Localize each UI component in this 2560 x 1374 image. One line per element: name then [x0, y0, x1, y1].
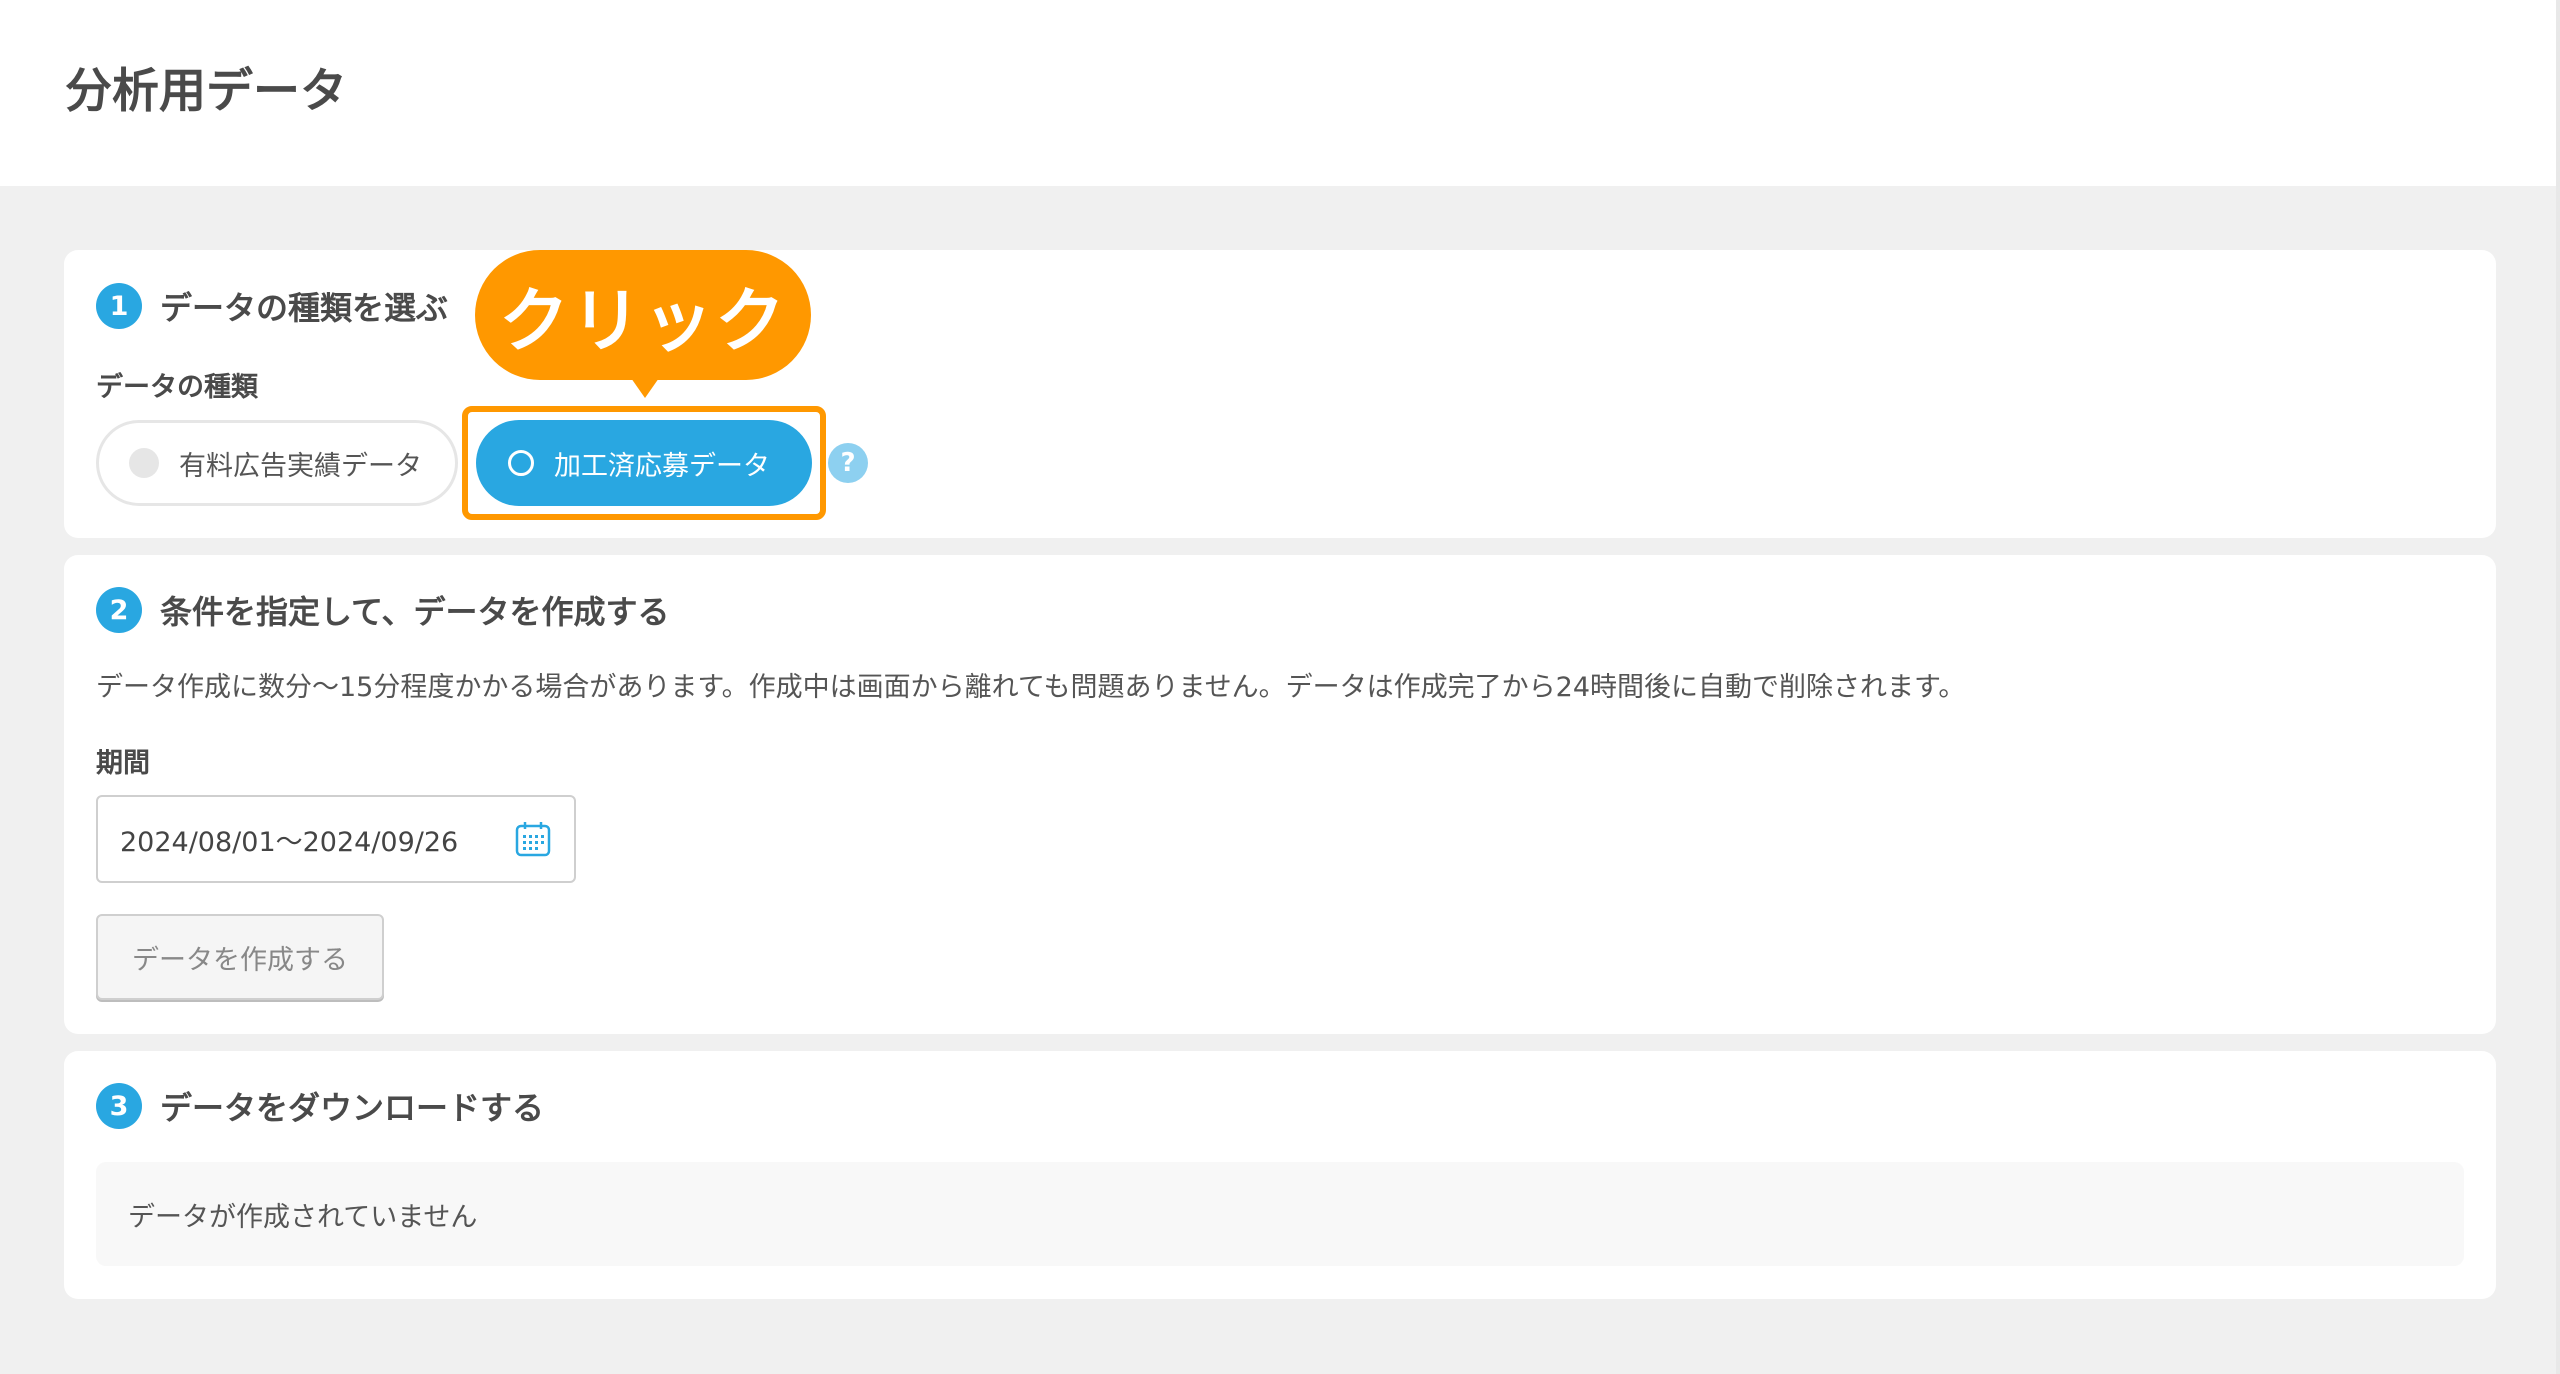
step2-card: 2 条件を指定して、データを作成する データ作成に数分〜15分程度かかる場合があ… — [64, 555, 2496, 1034]
step2-description: データ作成に数分〜15分程度かかる場合があります。作成中は画面から離れても問題あ… — [96, 672, 1966, 703]
radio-paid-ad-data[interactable]: 有料広告実績データ — [96, 420, 458, 506]
radio-paid-ad-data-label: 有料広告実績データ — [179, 450, 422, 482]
step2-header: 2 条件を指定して、データを作成する — [96, 587, 669, 633]
step2-number-badge: 2 — [96, 587, 142, 633]
period-label: 期間 — [96, 748, 150, 779]
page-title: 分析用データ — [65, 64, 347, 119]
step3-card: 3 データをダウンロードする データが作成されていません — [64, 1051, 2496, 1299]
radio-unchecked-icon — [129, 448, 159, 478]
step1-number-badge: 1 — [96, 283, 142, 329]
period-date-range-value: 2024/08/01〜2024/09/26 — [120, 826, 459, 858]
data-type-label: データの種類 — [96, 372, 258, 403]
help-icon[interactable]: ? — [828, 443, 868, 483]
step2-title: 条件を指定して、データを作成する — [160, 593, 670, 631]
empty-message: データが作成されていません — [128, 1201, 478, 1233]
callout-tail — [631, 378, 659, 398]
calendar-icon[interactable] — [514, 820, 552, 858]
step1-title: データの種類を選ぶ — [160, 289, 449, 327]
click-callout: クリック — [475, 250, 811, 380]
create-data-button[interactable]: データを作成する — [96, 914, 384, 1000]
step3-header: 3 データをダウンロードする — [96, 1083, 544, 1129]
step1-header: 1 データの種類を選ぶ — [96, 283, 448, 329]
period-date-range-field[interactable]: 2024/08/01〜2024/09/26 — [96, 795, 576, 883]
step3-number-badge: 3 — [96, 1083, 142, 1129]
download-list-empty: データが作成されていません — [96, 1162, 2464, 1266]
page-header: 分析用データ — [0, 0, 2556, 186]
step1-card: 1 データの種類を選ぶ データの種類 有料広告実績データ 加工済応募データ ? — [64, 250, 2496, 538]
step3-title: データをダウンロードする — [160, 1089, 545, 1127]
click-highlight-frame — [462, 406, 826, 520]
scrollbar-track — [2556, 0, 2560, 1374]
